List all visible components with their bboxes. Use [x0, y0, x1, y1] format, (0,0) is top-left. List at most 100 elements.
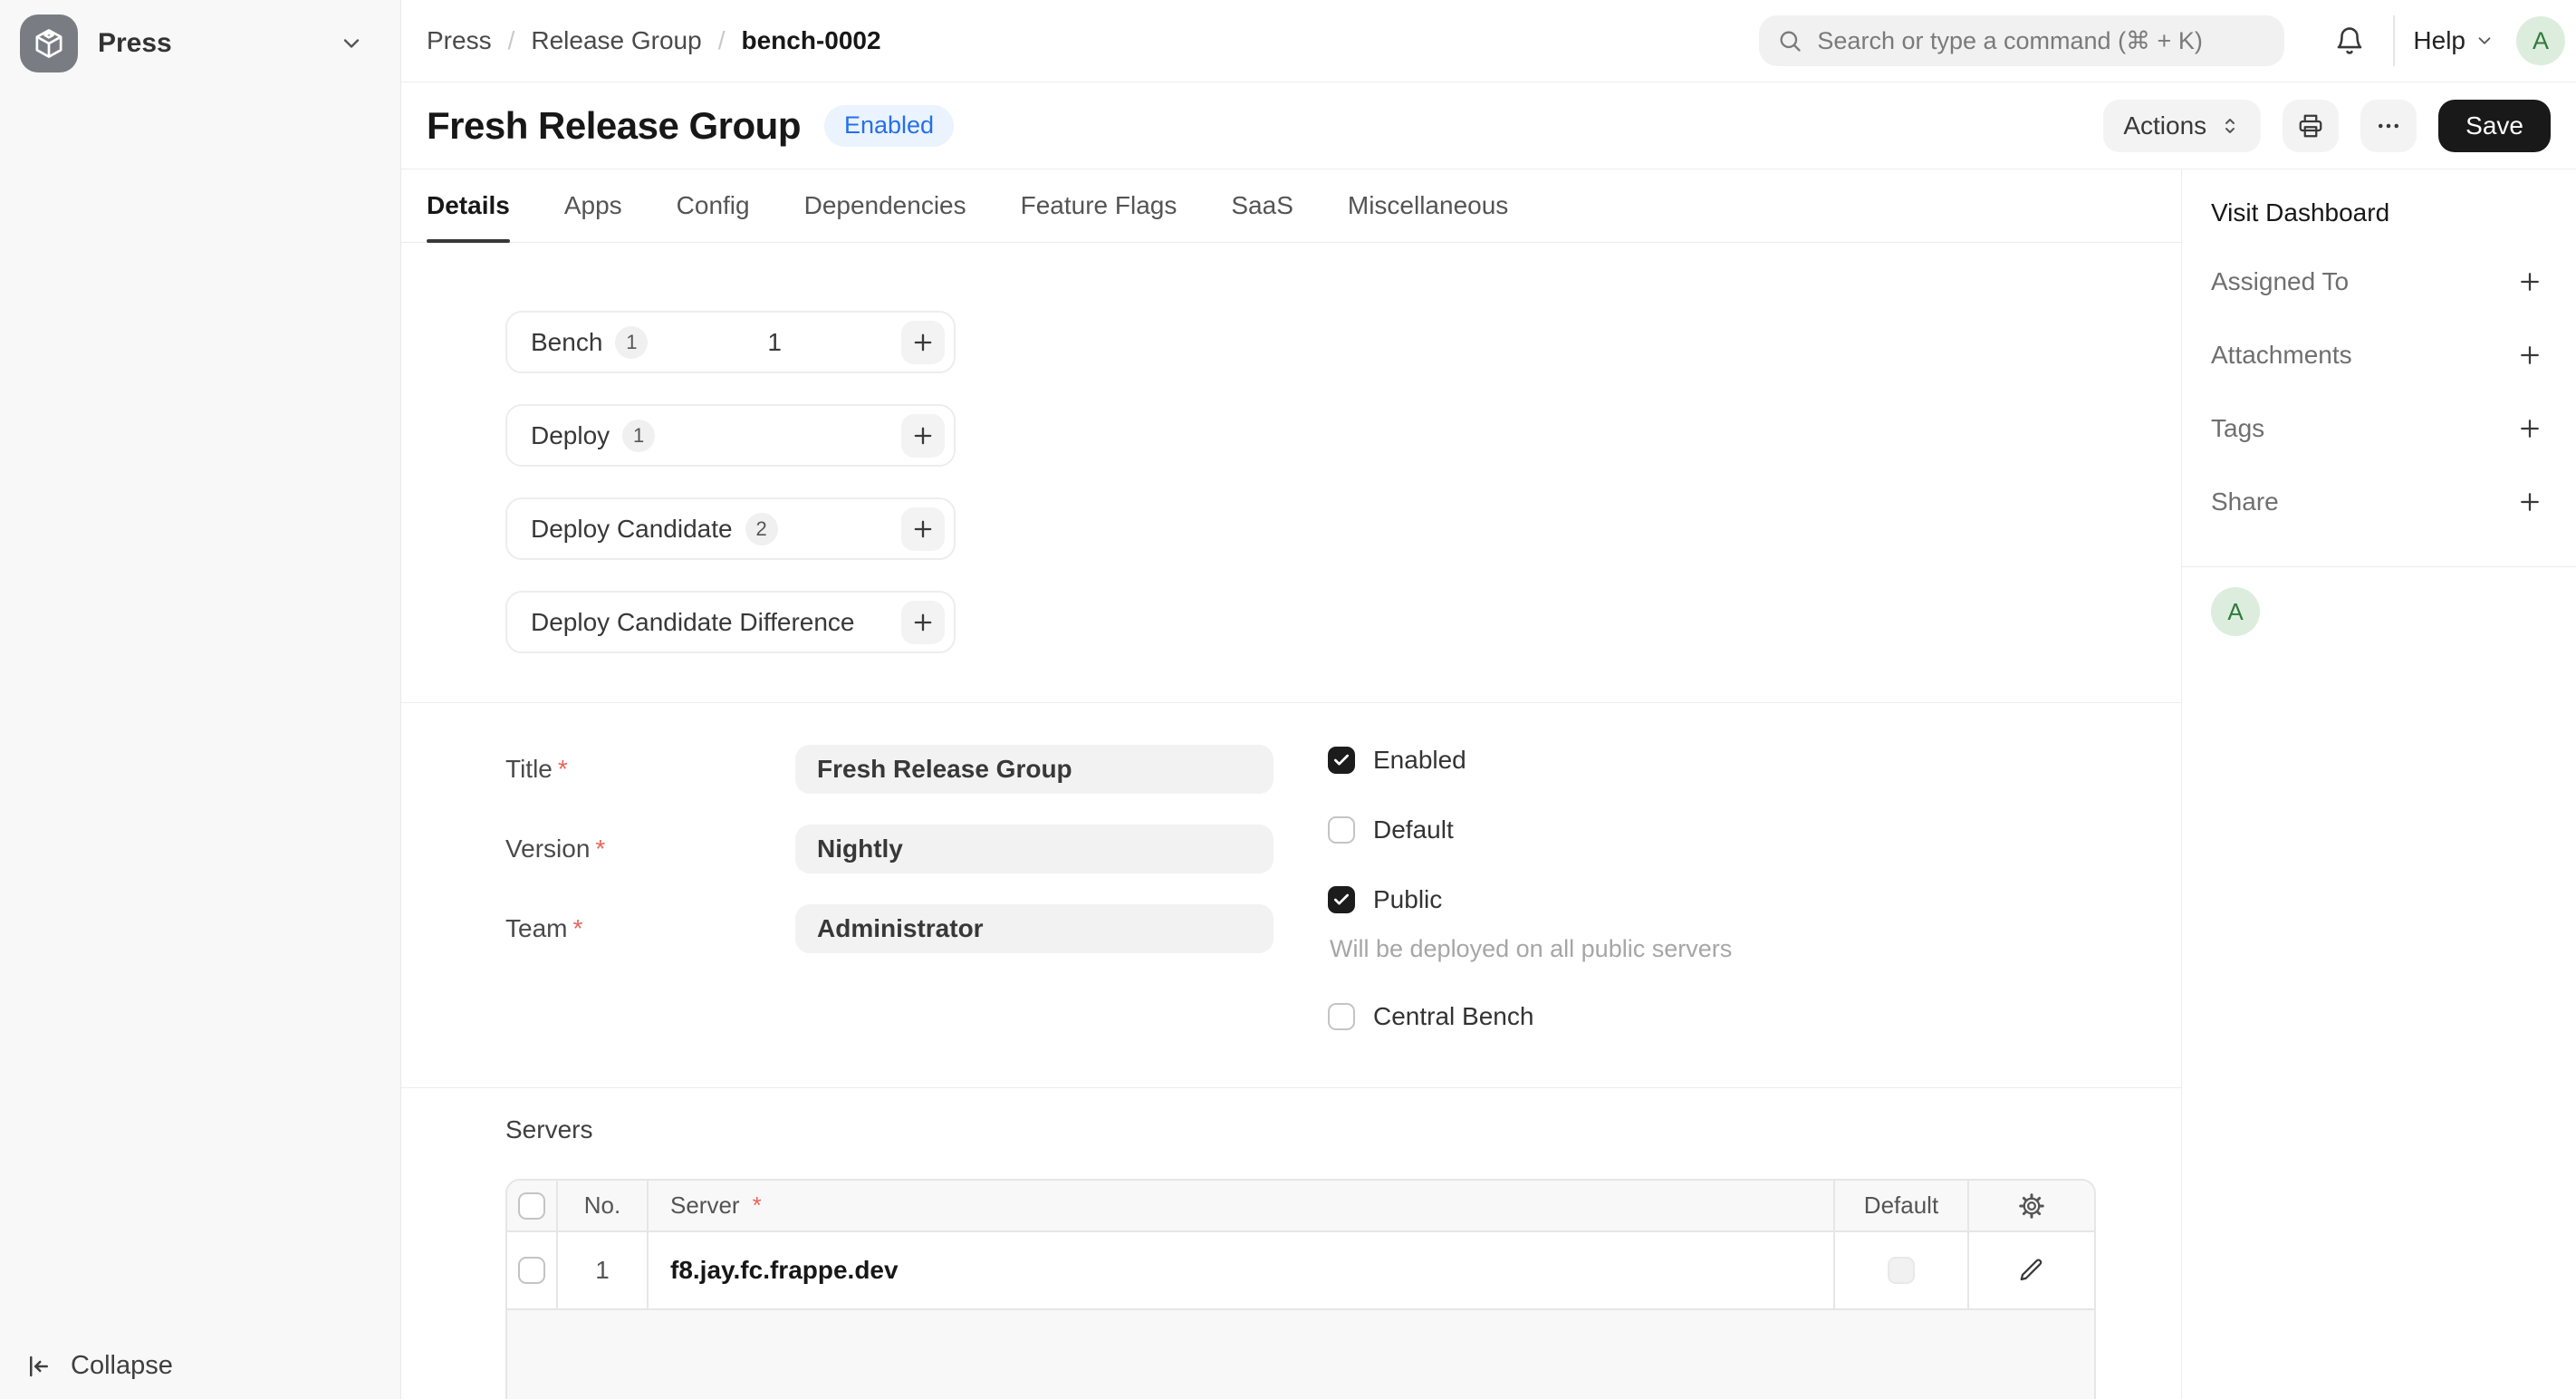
bell-icon — [2334, 25, 2365, 56]
row-edit-cell — [1969, 1232, 2094, 1308]
workspace-chevron-icon — [339, 31, 364, 56]
checkbox-group: Enabled Default Public Will be deployed … — [1328, 747, 2107, 1030]
server-table-row: 1 f8.jay.fc.frappe.dev — [507, 1232, 2094, 1310]
add-tag-button[interactable] — [2516, 415, 2543, 442]
tab-apps[interactable]: Apps — [564, 169, 622, 242]
enabled-checkbox[interactable]: Enabled — [1328, 747, 2107, 774]
server-name-cell[interactable]: f8.jay.fc.frappe.dev — [649, 1232, 1835, 1308]
link-card-label: Deploy Candidate — [531, 515, 733, 544]
central-bench-checkbox[interactable]: Central Bench — [1328, 1003, 2107, 1030]
actions-sort-icon — [2219, 115, 2241, 137]
row-default-cell — [1835, 1232, 1969, 1308]
workspace-label: Press — [98, 28, 339, 59]
tags-section: Tags — [2211, 414, 2543, 443]
page-title: Fresh Release Group — [427, 104, 801, 148]
left-sidebar: Press Collapse — [0, 0, 401, 1399]
link-card-count-badge: 2 — [745, 513, 778, 545]
actions-button[interactable]: Actions — [2103, 100, 2261, 152]
print-button[interactable] — [2283, 100, 2339, 152]
no-column-header: No. — [558, 1181, 649, 1230]
required-marker: * — [753, 1192, 762, 1220]
add-assignment-button[interactable] — [2516, 268, 2543, 295]
notifications-button[interactable] — [2324, 15, 2375, 66]
breadcrumb-item-release-group[interactable]: Release Group — [531, 26, 701, 55]
public-checkbox[interactable]: Public — [1328, 886, 2107, 913]
press-logo-icon — [20, 14, 78, 72]
link-card-label: Deploy — [531, 421, 610, 450]
help-label: Help — [2413, 26, 2465, 55]
workspace-switcher[interactable]: Press — [0, 0, 400, 72]
status-badge: Enabled — [824, 105, 954, 147]
add-attachment-button[interactable] — [2516, 342, 2543, 369]
link-card-deploy[interactable]: Deploy 1 — [505, 404, 956, 467]
row-select-cell — [507, 1232, 558, 1308]
server-column-header: Server* — [649, 1181, 1835, 1230]
select-all-checkbox[interactable] — [518, 1192, 545, 1220]
row-select-checkbox[interactable] — [518, 1257, 545, 1284]
table-settings-button[interactable] — [2018, 1192, 2045, 1220]
link-card-bench[interactable]: Bench 1 1 — [505, 311, 956, 373]
checkbox-checked — [1328, 747, 1355, 774]
plus-icon — [2516, 268, 2543, 295]
save-button[interactable]: Save — [2438, 100, 2551, 152]
help-menu-button[interactable]: Help — [2413, 26, 2494, 55]
table-settings-cell — [1969, 1181, 2094, 1230]
tab-dependencies[interactable]: Dependencies — [804, 169, 966, 242]
default-checkbox[interactable]: Default — [1328, 816, 2107, 844]
row-number-cell: 1 — [558, 1232, 649, 1308]
help-chevron-icon — [2475, 31, 2494, 51]
breadcrumb-item-press[interactable]: Press — [427, 26, 492, 55]
add-deploy-button[interactable] — [901, 414, 945, 458]
servers-section: Servers No. Server* Default — [401, 1088, 2181, 1399]
link-card-deploy-candidate[interactable]: Deploy Candidate 2 — [505, 497, 956, 560]
checkmark-icon — [1332, 751, 1350, 769]
attachments-section: Attachments — [2211, 341, 2543, 370]
link-card-label: Deploy Candidate Difference — [531, 608, 854, 637]
team-field-label: Team* — [505, 914, 795, 943]
add-deploy-candidate-button[interactable] — [901, 507, 945, 551]
press-app: Press Collapse Press / Release Group / b… — [0, 0, 2576, 1399]
edit-pencil-icon — [2018, 1257, 2045, 1284]
select-all-cell — [507, 1181, 558, 1230]
visit-dashboard-link[interactable]: Visit Dashboard — [2211, 198, 2543, 227]
global-search-input[interactable]: Search or type a command (⌘ + K) — [1759, 15, 2284, 66]
tab-feature-flags[interactable]: Feature Flags — [1021, 169, 1177, 242]
link-card-value: 1 — [648, 328, 901, 357]
linked-documents-section: Bench 1 1 Deploy 1 — [401, 243, 2181, 703]
plus-icon — [910, 516, 936, 542]
panel-divider — [2182, 566, 2576, 567]
add-deploy-candidate-difference-button[interactable] — [901, 601, 945, 644]
add-bench-button[interactable] — [901, 321, 945, 364]
collapse-icon — [25, 1353, 53, 1380]
table-footer-area — [507, 1310, 2094, 1399]
tab-saas[interactable]: SaaS — [1231, 169, 1293, 242]
share-section: Share — [2211, 487, 2543, 516]
edit-row-button[interactable] — [2018, 1257, 2045, 1284]
checkbox-unchecked — [1328, 816, 1355, 844]
title-field[interactable]: Fresh Release Group — [795, 745, 1274, 794]
gear-icon — [2018, 1192, 2045, 1220]
tab-miscellaneous[interactable]: Miscellaneous — [1348, 169, 1508, 242]
plus-icon — [2516, 488, 2543, 516]
breadcrumb-separator: / — [508, 26, 515, 55]
collapse-sidebar-button[interactable]: Collapse — [25, 1351, 173, 1381]
link-card-deploy-candidate-difference[interactable]: Deploy Candidate Difference — [505, 591, 956, 653]
team-field[interactable]: Administrator — [795, 904, 1274, 953]
tab-details[interactable]: Details — [427, 169, 510, 242]
tab-config[interactable]: Config — [677, 169, 750, 242]
page-header: Fresh Release Group Enabled Actions — [401, 82, 2576, 169]
default-column-header: Default — [1835, 1181, 1969, 1230]
topbar-divider — [2393, 15, 2395, 66]
print-icon — [2297, 112, 2324, 140]
add-share-button[interactable] — [2516, 488, 2543, 516]
version-field[interactable]: Nightly — [795, 825, 1274, 873]
plus-icon — [910, 423, 936, 449]
document-side-panel: Visit Dashboard Assigned To Attachments … — [2181, 169, 2576, 1399]
link-card-count-badge: 1 — [622, 420, 655, 452]
user-avatar[interactable]: A — [2516, 16, 2565, 65]
details-form-section: Title* Fresh Release Group Version* Nigh… — [401, 703, 2181, 1088]
more-options-button[interactable] — [2360, 100, 2417, 152]
breadcrumb: Press / Release Group / bench-0002 — [427, 26, 881, 55]
title-field-label: Title* — [505, 755, 795, 784]
plus-icon — [2516, 342, 2543, 369]
